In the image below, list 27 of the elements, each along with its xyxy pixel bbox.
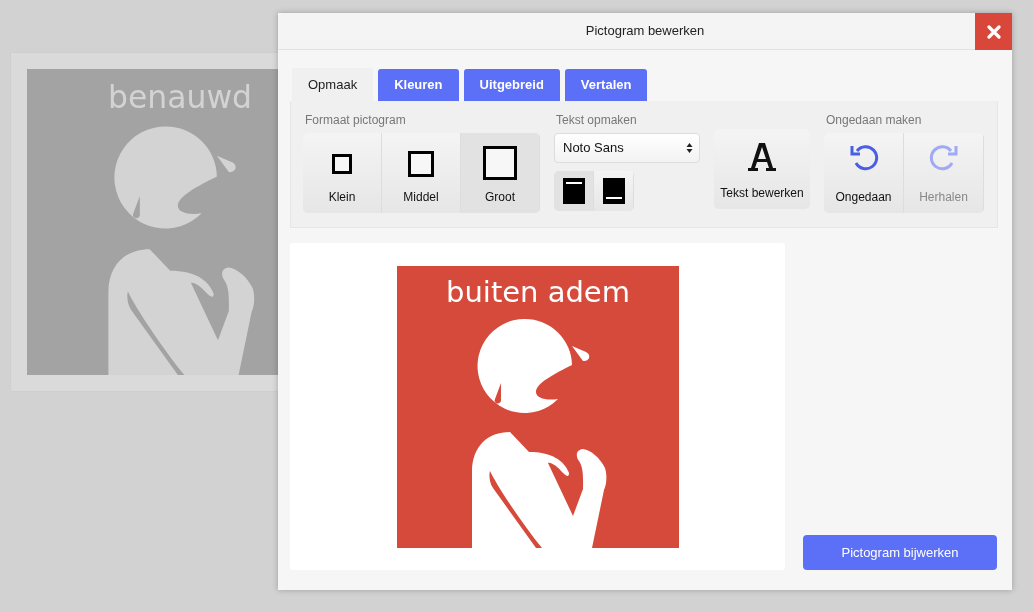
group-label: Ongedaan maken <box>826 112 923 129</box>
square-icon <box>332 154 352 174</box>
edit-text-button[interactable]: Tekst bewerken <box>714 129 810 209</box>
text-position-button[interactable] <box>594 171 634 211</box>
group-label: Formaat pictogram <box>305 112 407 129</box>
text-position-button[interactable] <box>554 171 594 211</box>
tab[interactable]: Opmaak <box>292 68 374 101</box>
bottom-bar-icon <box>602 178 625 204</box>
size-button[interactable]: Klein <box>303 133 382 213</box>
size-button[interactable]: Middel <box>382 133 461 213</box>
top-bar-icon <box>562 178 585 204</box>
tab[interactable]: Uitgebreid <box>463 69 560 101</box>
tab[interactable]: Vertalen <box>564 69 648 101</box>
tab[interactable]: Kleuren <box>378 69 459 101</box>
update-pictogram-button[interactable]: Pictogram bijwerken <box>803 535 997 570</box>
undo-button[interactable]: Ongedaan <box>824 133 904 213</box>
close-button[interactable] <box>975 13 1012 50</box>
square-icon <box>408 151 434 177</box>
pictogram-label: buiten adem <box>445 274 630 309</box>
dialog-title: Pictogram bewerken <box>585 22 705 41</box>
close-icon <box>986 24 1001 39</box>
letter-icon <box>748 142 776 172</box>
square-icon <box>483 146 517 180</box>
updown-icon <box>686 142 693 154</box>
size-button[interactable]: Groot <box>461 133 540 213</box>
font-select[interactable]: Noto Sans <box>554 133 700 163</box>
group-label: Tekst opmaken <box>556 112 638 129</box>
